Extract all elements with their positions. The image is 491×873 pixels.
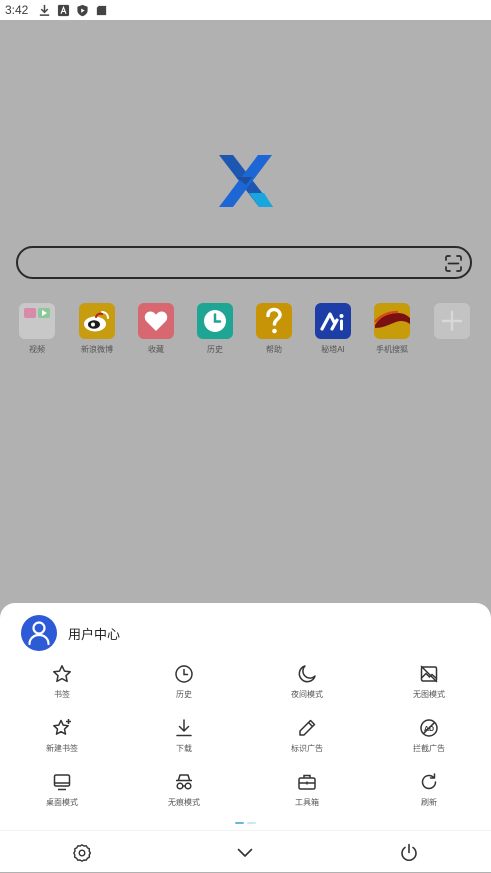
user-icon bbox=[28, 621, 50, 646]
menu-block-ads[interactable]: AD 拦截广告 bbox=[379, 718, 479, 754]
collapse-menu-button[interactable] bbox=[235, 843, 255, 863]
clock-icon bbox=[175, 665, 193, 683]
chevron-down-icon bbox=[237, 848, 253, 857]
menu-label: 标识广告 bbox=[291, 744, 323, 753]
incognito-icon bbox=[176, 774, 192, 790]
menu-sheet: 用户中心 书签 历史 夜间模式 无图模式 新建书签 下载 标识广告 AD 拦截广… bbox=[0, 603, 491, 872]
menu-no-image-mode[interactable]: 无图模式 bbox=[379, 664, 479, 700]
star-icon bbox=[53, 665, 71, 683]
metaso-icon bbox=[315, 303, 351, 339]
menu-label: 夜间模式 bbox=[291, 690, 323, 699]
user-center-title[interactable]: 用户中心 bbox=[68, 624, 120, 643]
menu-label: 下载 bbox=[176, 744, 192, 753]
settings-button[interactable] bbox=[72, 843, 92, 863]
shortcut-label: 收藏 bbox=[148, 345, 164, 354]
menu-label: 新建书签 bbox=[46, 744, 78, 753]
plus-icon bbox=[434, 303, 470, 339]
menu-label: 无痕模式 bbox=[168, 798, 200, 807]
shield-play-icon bbox=[77, 4, 88, 16]
shortcuts-grid: 视频 新浪微博 收藏 历史 帮助 秘塔AI 手机搜狐 bbox=[0, 303, 491, 363]
page-dot-active bbox=[235, 822, 244, 824]
menu-toolbox[interactable]: 工具箱 bbox=[257, 772, 357, 808]
page-dot bbox=[247, 822, 256, 824]
scan-icon[interactable] bbox=[445, 255, 462, 272]
menu-history[interactable]: 历史 bbox=[134, 664, 234, 700]
pencil-icon bbox=[299, 719, 316, 736]
menu-download[interactable]: 下载 bbox=[134, 718, 234, 754]
menu-label: 工具箱 bbox=[295, 798, 319, 807]
x-browser-logo-icon bbox=[219, 155, 273, 207]
shortcut-history[interactable]: 历史 bbox=[185, 303, 245, 355]
shortcut-favorites[interactable]: 收藏 bbox=[126, 303, 186, 355]
menu-label: 无图模式 bbox=[413, 690, 445, 699]
shortcut-metaso[interactable]: 秘塔AI bbox=[303, 303, 363, 355]
shortcut-label: 手机搜狐 bbox=[376, 345, 408, 354]
page-indicator bbox=[235, 822, 256, 824]
refresh-icon bbox=[421, 773, 437, 790]
status-time: 3:42 bbox=[5, 3, 29, 17]
sd-card-icon bbox=[96, 5, 107, 15]
settings-icon bbox=[73, 844, 92, 862]
menu-label: 桌面模式 bbox=[46, 798, 78, 807]
menu-night-mode[interactable]: 夜间模式 bbox=[257, 664, 357, 700]
shortcut-label: 秘塔AI bbox=[321, 345, 345, 354]
shortcut-label: 视频 bbox=[29, 345, 45, 354]
ad-block-icon: AD bbox=[420, 719, 438, 737]
question-icon bbox=[256, 303, 292, 339]
toolbox-icon bbox=[298, 774, 316, 790]
shortcut-label: 历史 bbox=[207, 345, 223, 354]
status-bar: 3:42 bbox=[0, 0, 491, 20]
add-shortcut-button[interactable] bbox=[422, 303, 482, 344]
power-icon bbox=[401, 843, 417, 861]
bottom-bar bbox=[0, 830, 491, 873]
exit-button[interactable] bbox=[399, 843, 419, 863]
menu-label: 拦截广告 bbox=[413, 744, 445, 753]
menu-label: 历史 bbox=[176, 690, 192, 699]
shortcut-label: 帮助 bbox=[266, 345, 282, 354]
menu-bookmarks[interactable]: 书签 bbox=[12, 664, 112, 700]
menu-label: 书签 bbox=[54, 690, 70, 699]
shortcut-label: 新浪微博 bbox=[81, 345, 113, 354]
svg-text:AD: AD bbox=[424, 726, 434, 733]
download-icon bbox=[39, 4, 50, 16]
menu-new-bookmark[interactable]: 新建书签 bbox=[12, 718, 112, 754]
menu-mark-ads[interactable]: 标识广告 bbox=[257, 718, 357, 754]
desktop-icon bbox=[53, 774, 71, 791]
weibo-icon bbox=[79, 303, 115, 339]
video-folder-icon bbox=[19, 303, 55, 339]
menu-desktop-mode[interactable]: 桌面模式 bbox=[12, 772, 112, 808]
menu-label: 刷新 bbox=[421, 798, 437, 807]
font-icon bbox=[57, 4, 70, 16]
clock-icon bbox=[197, 303, 233, 339]
menu-refresh[interactable]: 刷新 bbox=[379, 772, 479, 808]
heart-icon bbox=[138, 303, 174, 339]
shortcut-help[interactable]: 帮助 bbox=[244, 303, 304, 355]
shortcut-weibo[interactable]: 新浪微博 bbox=[67, 303, 127, 355]
status-icons bbox=[38, 3, 108, 17]
shortcut-sohu[interactable]: 手机搜狐 bbox=[362, 303, 422, 355]
no-image-icon bbox=[420, 665, 438, 683]
shortcut-video[interactable]: 视频 bbox=[7, 303, 67, 355]
avatar[interactable] bbox=[21, 615, 57, 651]
menu-incognito-mode[interactable]: 无痕模式 bbox=[134, 772, 234, 808]
moon-icon bbox=[298, 665, 316, 683]
download-icon bbox=[176, 719, 192, 737]
search-input[interactable] bbox=[16, 246, 472, 279]
star-plus-icon bbox=[53, 719, 71, 735]
sohu-icon bbox=[374, 303, 410, 339]
